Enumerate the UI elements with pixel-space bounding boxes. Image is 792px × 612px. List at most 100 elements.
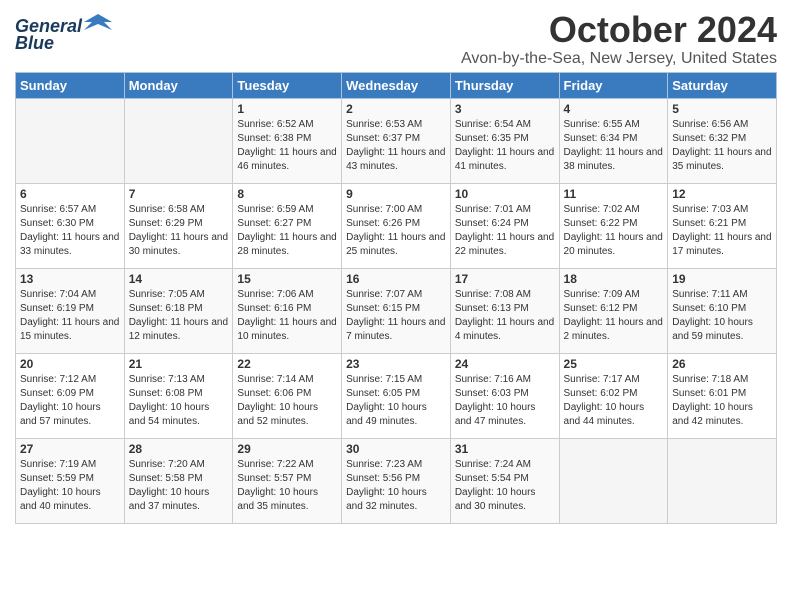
day-info: Sunrise: 7:18 AMSunset: 6:01 PMDaylight:… — [672, 373, 772, 429]
calendar-cell: 16Sunrise: 7:07 AMSunset: 6:15 PMDayligh… — [342, 268, 451, 353]
day-number: 1 — [237, 102, 337, 116]
month-title: October 2024 — [461, 10, 777, 50]
calendar-cell: 13 Sunrise: 7:04 AMSunset: 6:19 PMDayligh… — [16, 268, 125, 353]
day-number: 27 — [20, 442, 120, 456]
day-number: 10 — [455, 187, 555, 201]
day-info: Sunrise: 6:53 AMSunset: 6:37 PMDaylight:… — [346, 118, 446, 174]
calendar-cell: 26 Sunrise: 7:18 AMSunset: 6:01 PMDayligh… — [668, 353, 777, 438]
calendar-cell: 22 Sunrise: 7:14 AMSunset: 6:06 PMDayligh… — [233, 353, 342, 438]
calendar-cell — [559, 438, 668, 523]
calendar-cell: 21Sunrise: 7:13 AMSunset: 6:08 PMDayligh… — [124, 353, 233, 438]
day-number: 4 — [564, 102, 664, 116]
day-number: 12 — [672, 187, 772, 201]
day-info: Sunrise: 6:58 AMSunset: 6:29 PMDaylight:… — [129, 203, 229, 259]
calendar-cell — [16, 98, 125, 183]
day-number: 14 — [129, 272, 229, 286]
day-number: 26 — [672, 357, 772, 371]
calendar-cell: 25Sunrise: 7:17 AMSunset: 6:02 PMDayligh… — [559, 353, 668, 438]
day-info: Sunrise: 7:08 AMSunset: 6:13 PMDaylight:… — [455, 288, 555, 344]
day-number: 22 — [237, 357, 337, 371]
day-info: Sunrise: 6:59 AMSunset: 6:27 PMDaylight:… — [237, 203, 337, 259]
calendar-cell: 3Sunrise: 6:54 AMSunset: 6:35 PMDaylight… — [450, 98, 559, 183]
day-number: 30 — [346, 442, 446, 456]
day-info: Sunrise: 7:05 AMSunset: 6:18 PMDaylight:… — [129, 288, 229, 344]
location: Avon-by-the-Sea, New Jersey, United Stat… — [461, 50, 777, 68]
calendar-cell: 24 Sunrise: 7:16 AMSunset: 6:03 PMDayligh… — [450, 353, 559, 438]
title-block: October 2024 Avon-by-the-Sea, New Jersey… — [461, 10, 777, 68]
day-number: 24 — [455, 357, 555, 371]
day-info: Sunrise: 7:02 AMSunset: 6:22 PMDaylight:… — [564, 203, 664, 259]
day-info: Sunrise: 7:15 AMSunset: 6:05 PMDaylight:… — [346, 373, 446, 429]
day-info: Sunrise: 7:14 AMSunset: 6:06 PMDaylight:… — [237, 373, 337, 429]
day-info: Sunrise: 7:24 AMSunset: 5:54 PMDaylight:… — [455, 458, 555, 514]
day-number: 25 — [564, 357, 664, 371]
day-number: 23 — [346, 357, 446, 371]
calendar-cell: 10 Sunrise: 7:01 AMSunset: 6:24 PMDayligh… — [450, 183, 559, 268]
day-info: Sunrise: 7:00 AMSunset: 6:26 PMDaylight:… — [346, 203, 446, 259]
day-info: Sunrise: 7:16 AMSunset: 6:03 PMDaylight:… — [455, 373, 555, 429]
day-number: 18 — [564, 272, 664, 286]
calendar-cell: 23 Sunrise: 7:15 AMSunset: 6:05 PMDayligh… — [342, 353, 451, 438]
calendar-cell: 6Sunrise: 6:57 AMSunset: 6:30 PMDaylight… — [16, 183, 125, 268]
day-number: 9 — [346, 187, 446, 201]
calendar-cell: 2 Sunrise: 6:53 AMSunset: 6:37 PMDaylight… — [342, 98, 451, 183]
day-info: Sunrise: 6:55 AMSunset: 6:34 PMDaylight:… — [564, 118, 664, 174]
day-info: Sunrise: 7:11 AMSunset: 6:10 PMDaylight:… — [672, 288, 772, 344]
day-info: Sunrise: 7:09 AMSunset: 6:12 PMDaylight:… — [564, 288, 664, 344]
day-info: Sunrise: 7:20 AMSunset: 5:58 PMDaylight:… — [129, 458, 229, 514]
calendar-cell: 17 Sunrise: 7:08 AMSunset: 6:13 PMDayligh… — [450, 268, 559, 353]
calendar-cell: 7 Sunrise: 6:58 AMSunset: 6:29 PMDaylight… — [124, 183, 233, 268]
day-number: 7 — [129, 187, 229, 201]
day-of-week-header: Tuesday — [233, 72, 342, 98]
day-number: 17 — [455, 272, 555, 286]
day-number: 3 — [455, 102, 555, 116]
day-number: 15 — [237, 272, 337, 286]
day-of-week-header: Monday — [124, 72, 233, 98]
day-number: 28 — [129, 442, 229, 456]
calendar-cell: 15 Sunrise: 7:06 AMSunset: 6:16 PMDayligh… — [233, 268, 342, 353]
day-info: Sunrise: 7:23 AMSunset: 5:56 PMDaylight:… — [346, 458, 446, 514]
day-of-week-header: Thursday — [450, 72, 559, 98]
calendar-week-row: 6Sunrise: 6:57 AMSunset: 6:30 PMDaylight… — [16, 183, 777, 268]
day-of-week-header: Wednesday — [342, 72, 451, 98]
calendar-cell: 4 Sunrise: 6:55 AMSunset: 6:34 PMDaylight… — [559, 98, 668, 183]
day-info: Sunrise: 7:04 AMSunset: 6:19 PMDaylight:… — [20, 288, 120, 344]
calendar-cell: 20Sunrise: 7:12 AMSunset: 6:09 PMDayligh… — [16, 353, 125, 438]
day-number: 19 — [672, 272, 772, 286]
day-number: 6 — [20, 187, 120, 201]
day-info: Sunrise: 7:07 AMSunset: 6:15 PMDaylight:… — [346, 288, 446, 344]
day-of-week-header: Saturday — [668, 72, 777, 98]
day-info: Sunrise: 7:19 AMSunset: 5:59 PMDaylight:… — [20, 458, 120, 514]
day-info: Sunrise: 7:22 AMSunset: 5:57 PMDaylight:… — [237, 458, 337, 514]
day-number: 8 — [237, 187, 337, 201]
calendar-cell: 29 Sunrise: 7:22 AMSunset: 5:57 PMDayligh… — [233, 438, 342, 523]
day-info: Sunrise: 6:52 AMSunset: 6:38 PMDaylight:… — [237, 118, 337, 174]
calendar-cell — [124, 98, 233, 183]
page: General Blue October 2024 Avon-by-the-Se… — [0, 0, 792, 534]
day-number: 31 — [455, 442, 555, 456]
calendar-cell: 19 Sunrise: 7:11 AMSunset: 6:10 PMDayligh… — [668, 268, 777, 353]
calendar-week-row: 20Sunrise: 7:12 AMSunset: 6:09 PMDayligh… — [16, 353, 777, 438]
calendar-cell: 12 Sunrise: 7:03 AMSunset: 6:21 PMDayligh… — [668, 183, 777, 268]
logo-bird-icon — [84, 10, 112, 38]
calendar-week-row: 13 Sunrise: 7:04 AMSunset: 6:19 PMDayligh… — [16, 268, 777, 353]
calendar-cell — [668, 438, 777, 523]
day-info: Sunrise: 7:06 AMSunset: 6:16 PMDaylight:… — [237, 288, 337, 344]
calendar-cell: 31 Sunrise: 7:24 AMSunset: 5:54 PMDayligh… — [450, 438, 559, 523]
day-of-week-header: Friday — [559, 72, 668, 98]
day-info: Sunrise: 7:03 AMSunset: 6:21 PMDaylight:… — [672, 203, 772, 259]
logo: General Blue — [15, 14, 112, 52]
day-number: 13 — [20, 272, 120, 286]
calendar-cell: 18 Sunrise: 7:09 AMSunset: 6:12 PMDayligh… — [559, 268, 668, 353]
calendar-cell: 1 Sunrise: 6:52 AMSunset: 6:38 PMDaylight… — [233, 98, 342, 183]
day-number: 2 — [346, 102, 446, 116]
calendar-cell: 11 Sunrise: 7:02 AMSunset: 6:22 PMDayligh… — [559, 183, 668, 268]
calendar-table: SundayMondayTuesdayWednesdayThursdayFrid… — [15, 72, 777, 524]
day-info: Sunrise: 7:01 AMSunset: 6:24 PMDaylight:… — [455, 203, 555, 259]
day-of-week-header: Sunday — [16, 72, 125, 98]
day-number: 29 — [237, 442, 337, 456]
calendar-cell: 9 Sunrise: 7:00 AMSunset: 6:26 PMDaylight… — [342, 183, 451, 268]
calendar-cell: 8 Sunrise: 6:59 AMSunset: 6:27 PMDaylight… — [233, 183, 342, 268]
day-number: 11 — [564, 187, 664, 201]
calendar-cell: 5Sunrise: 6:56 AMSunset: 6:32 PMDaylight… — [668, 98, 777, 183]
